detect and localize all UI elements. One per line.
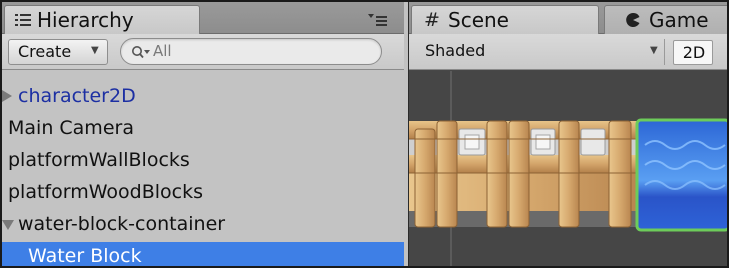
create-button-label: Create	[18, 42, 72, 61]
tree-item-label: character2D	[18, 85, 136, 107]
scene-tab[interactable]: # Scene	[411, 5, 599, 34]
hierarchy-toolbar: Create ▼	[2, 34, 404, 70]
2d-mode-toggle[interactable]: 2D	[673, 40, 713, 65]
tree-item-water-block[interactable]: Water Block	[2, 242, 404, 267]
water-block-sprite[interactable]	[635, 118, 729, 232]
panel-menu-icon[interactable]	[366, 13, 388, 27]
game-tab-label: Game	[649, 8, 709, 32]
tree-item-label: platformWoodBlocks	[8, 181, 204, 203]
hierarchy-tab-bar: Hierarchy	[2, 2, 404, 34]
dropdown-caret-icon: ▼	[650, 45, 658, 56]
shading-mode-label: Shaded	[425, 41, 486, 60]
tree-item-label: platformWallBlocks	[8, 149, 190, 171]
tree-item-character2d[interactable]: character2D	[2, 82, 404, 112]
tree-item-label: water-block-container	[18, 213, 226, 235]
dropdown-caret-icon: ▼	[91, 45, 99, 56]
tree-item-water-block-container[interactable]: water-block-container	[2, 210, 404, 240]
expanded-arrow-icon[interactable]	[2, 220, 14, 230]
hierarchy-panel: Hierarchy Create ▼ All character2D Main …	[2, 2, 404, 266]
hierarchy-tab-label: Hierarchy	[37, 8, 134, 32]
search-icon	[132, 46, 150, 59]
2d-mode-label: 2D	[682, 43, 706, 62]
shading-mode-dropdown[interactable]: Shaded ▼	[413, 39, 665, 65]
hierarchy-search-field[interactable]	[120, 38, 382, 65]
tree-item-label: Water Block	[28, 245, 142, 267]
scene-viewport[interactable]	[409, 71, 729, 266]
hierarchy-tab[interactable]: Hierarchy	[4, 5, 200, 34]
scene-tab-label: Scene	[448, 8, 509, 32]
scene-panel: # Scene Game Shaded ▼ 2D	[408, 2, 729, 266]
tree-item-label: Main Camera	[8, 117, 134, 139]
scene-view-art	[409, 71, 729, 266]
tree-item-main-camera[interactable]: Main Camera	[2, 114, 404, 144]
pacman-icon	[626, 12, 640, 27]
tree-item-platform-wall-blocks[interactable]: platformWallBlocks	[2, 146, 404, 176]
create-dropdown-button[interactable]: Create ▼	[8, 39, 108, 65]
game-tab[interactable]: Game	[604, 5, 727, 34]
hash-icon: #	[424, 9, 440, 31]
search-input[interactable]	[153, 42, 353, 60]
list-icon	[15, 14, 31, 26]
scene-tab-bar: # Scene Game	[409, 2, 727, 34]
unity-editor-window: Hierarchy Create ▼ All character2D Main …	[0, 0, 729, 268]
collapsed-arrow-icon[interactable]	[2, 90, 12, 102]
tree-item-platform-wood-blocks[interactable]: platformWoodBlocks	[2, 178, 404, 208]
scene-toolbar: Shaded ▼ 2D	[409, 34, 727, 70]
wood-block-row	[409, 120, 637, 228]
